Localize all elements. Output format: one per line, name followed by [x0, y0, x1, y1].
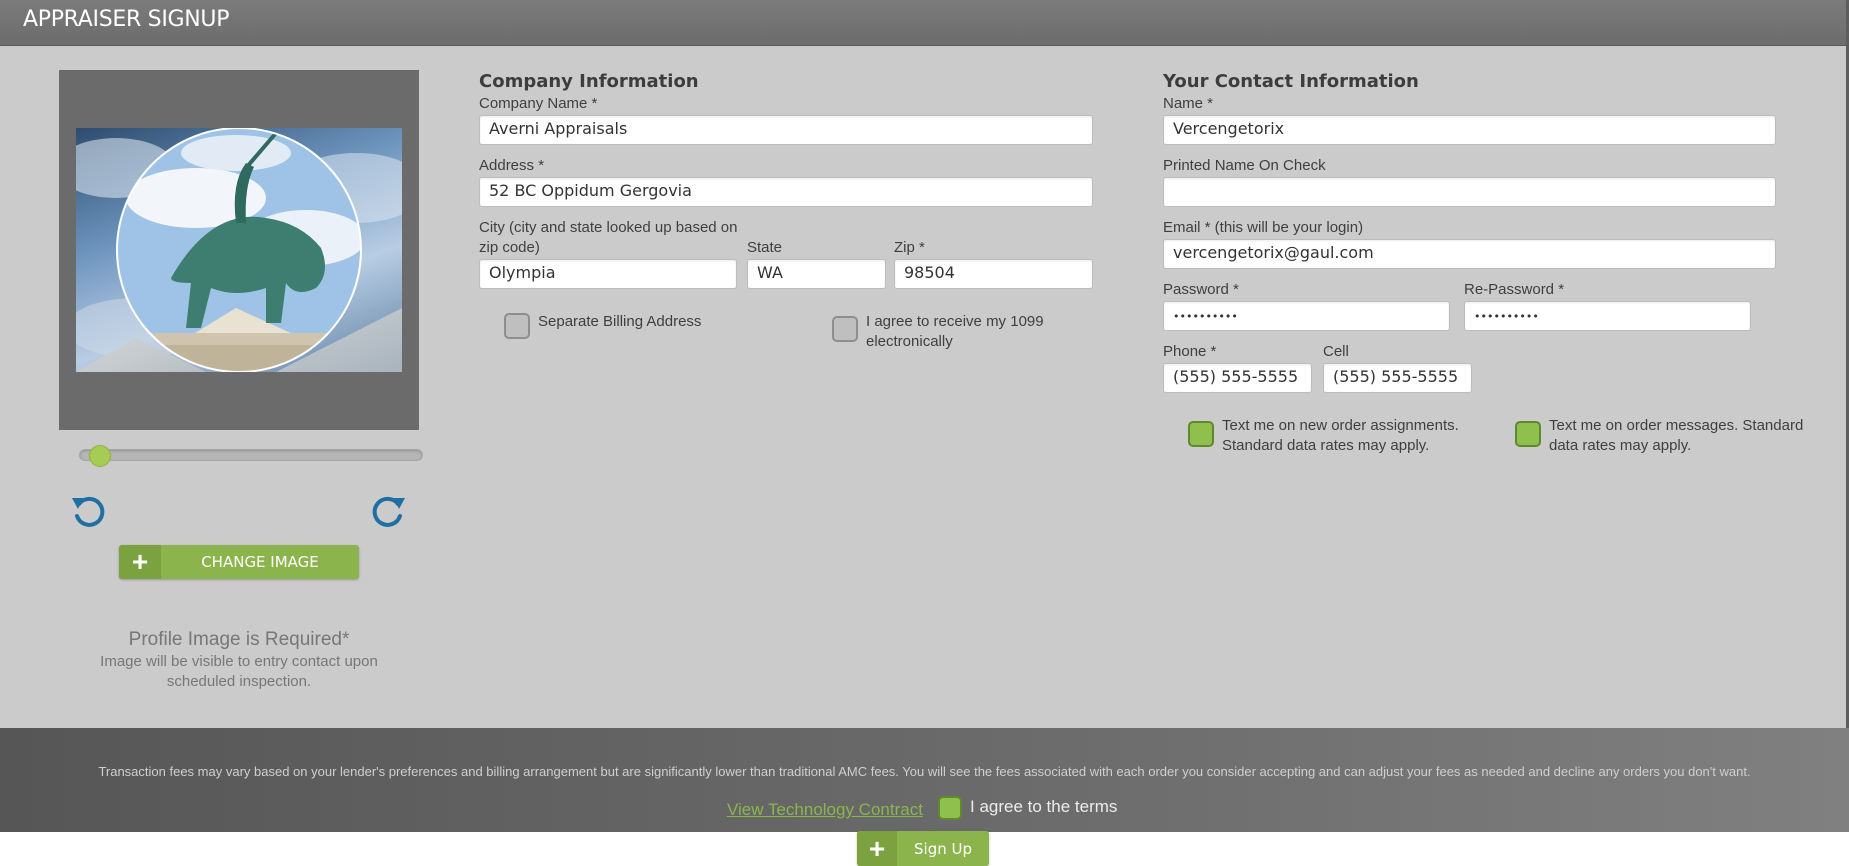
state-input[interactable]: WA — [747, 259, 886, 289]
contact-name-label: Name * — [1163, 95, 1214, 112]
separate-billing-label: Separate Billing Address — [538, 313, 702, 330]
rotate-left-icon[interactable] — [69, 492, 107, 530]
text-orders-checkbox[interactable] — [1188, 421, 1214, 447]
zoom-slider-track[interactable] — [79, 449, 423, 461]
zip-input[interactable]: 98504 — [894, 259, 1093, 289]
repassword-label: Re-Password * — [1464, 281, 1565, 298]
company-name-input[interactable]: Averni Appraisals — [479, 115, 1093, 145]
phone-input[interactable]: (555) 555-5555 — [1163, 363, 1312, 393]
signup-button[interactable]: + Sign Up — [857, 831, 989, 866]
text-messages-checkbox[interactable] — [1515, 421, 1541, 447]
footer-bar: Transaction fees may vary based on your … — [0, 728, 1849, 832]
page-title: APPRAISER SIGNUP — [23, 7, 230, 32]
zip-label: Zip * — [894, 239, 925, 256]
phone-label: Phone * — [1163, 343, 1217, 360]
email-label: Email * (this will be your login) — [1163, 219, 1364, 236]
plus-icon: + — [119, 545, 161, 579]
company-section-title: Company Information — [479, 71, 699, 92]
repassword-input[interactable]: •••••••••• — [1464, 301, 1751, 331]
profile-image-required-desc: Image will be visible to entry contact u… — [100, 653, 378, 690]
city-input[interactable]: Olympia — [479, 259, 737, 289]
password-input[interactable]: •••••••••• — [1163, 301, 1450, 331]
password-label: Password * — [1163, 281, 1239, 298]
fees-notice: Transaction fees may vary based on your … — [98, 764, 1751, 779]
printed-name-input[interactable] — [1163, 177, 1776, 207]
change-image-label: CHANGE IMAGE — [201, 553, 319, 571]
city-label: City (city and state looked up based on … — [479, 219, 738, 256]
separate-billing-checkbox[interactable] — [504, 313, 530, 339]
rotate-right-icon[interactable] — [370, 492, 408, 530]
agree-1099-checkbox[interactable] — [832, 316, 858, 342]
change-image-button[interactable]: + CHANGE IMAGE — [119, 545, 359, 579]
zoom-slider-handle[interactable] — [89, 445, 111, 467]
plus-icon: + — [857, 831, 897, 866]
signup-label: Sign Up — [914, 839, 972, 858]
state-label: State — [747, 239, 783, 256]
agree-1099-label: I agree to receive my 1099 electronicall… — [866, 313, 1044, 350]
text-messages-label: Text me on order messages. Standard data… — [1549, 417, 1804, 454]
printed-name-label: Printed Name On Check — [1163, 157, 1326, 174]
email-input[interactable]: vercengetorix@gaul.com — [1163, 239, 1776, 269]
cell-input[interactable]: (555) 555-5555 — [1323, 363, 1472, 393]
agree-terms-checkbox[interactable] — [938, 796, 962, 820]
technology-contract-link[interactable]: View Technology Contract — [727, 800, 923, 820]
page-header: APPRAISER SIGNUP — [0, 0, 1849, 46]
image-crop-frame[interactable] — [59, 70, 419, 430]
profile-photo — [76, 128, 402, 372]
company-name-label: Company Name * — [479, 95, 598, 112]
agree-terms-label: I agree to the terms — [970, 797, 1118, 816]
contact-section-title: Your Contact Information — [1163, 71, 1419, 92]
address-label: Address * — [479, 157, 545, 174]
signup-form-area: + CHANGE IMAGE Profile Image is Required… — [0, 46, 1846, 728]
cell-label: Cell — [1323, 343, 1349, 360]
profile-image-required-title: Profile Image is Required* — [128, 629, 350, 650]
text-orders-label: Text me on new order assignments. Standa… — [1222, 417, 1459, 454]
contact-name-input[interactable]: Vercengetorix — [1163, 115, 1776, 145]
address-input[interactable]: 52 BC Oppidum Gergovia — [479, 177, 1093, 207]
